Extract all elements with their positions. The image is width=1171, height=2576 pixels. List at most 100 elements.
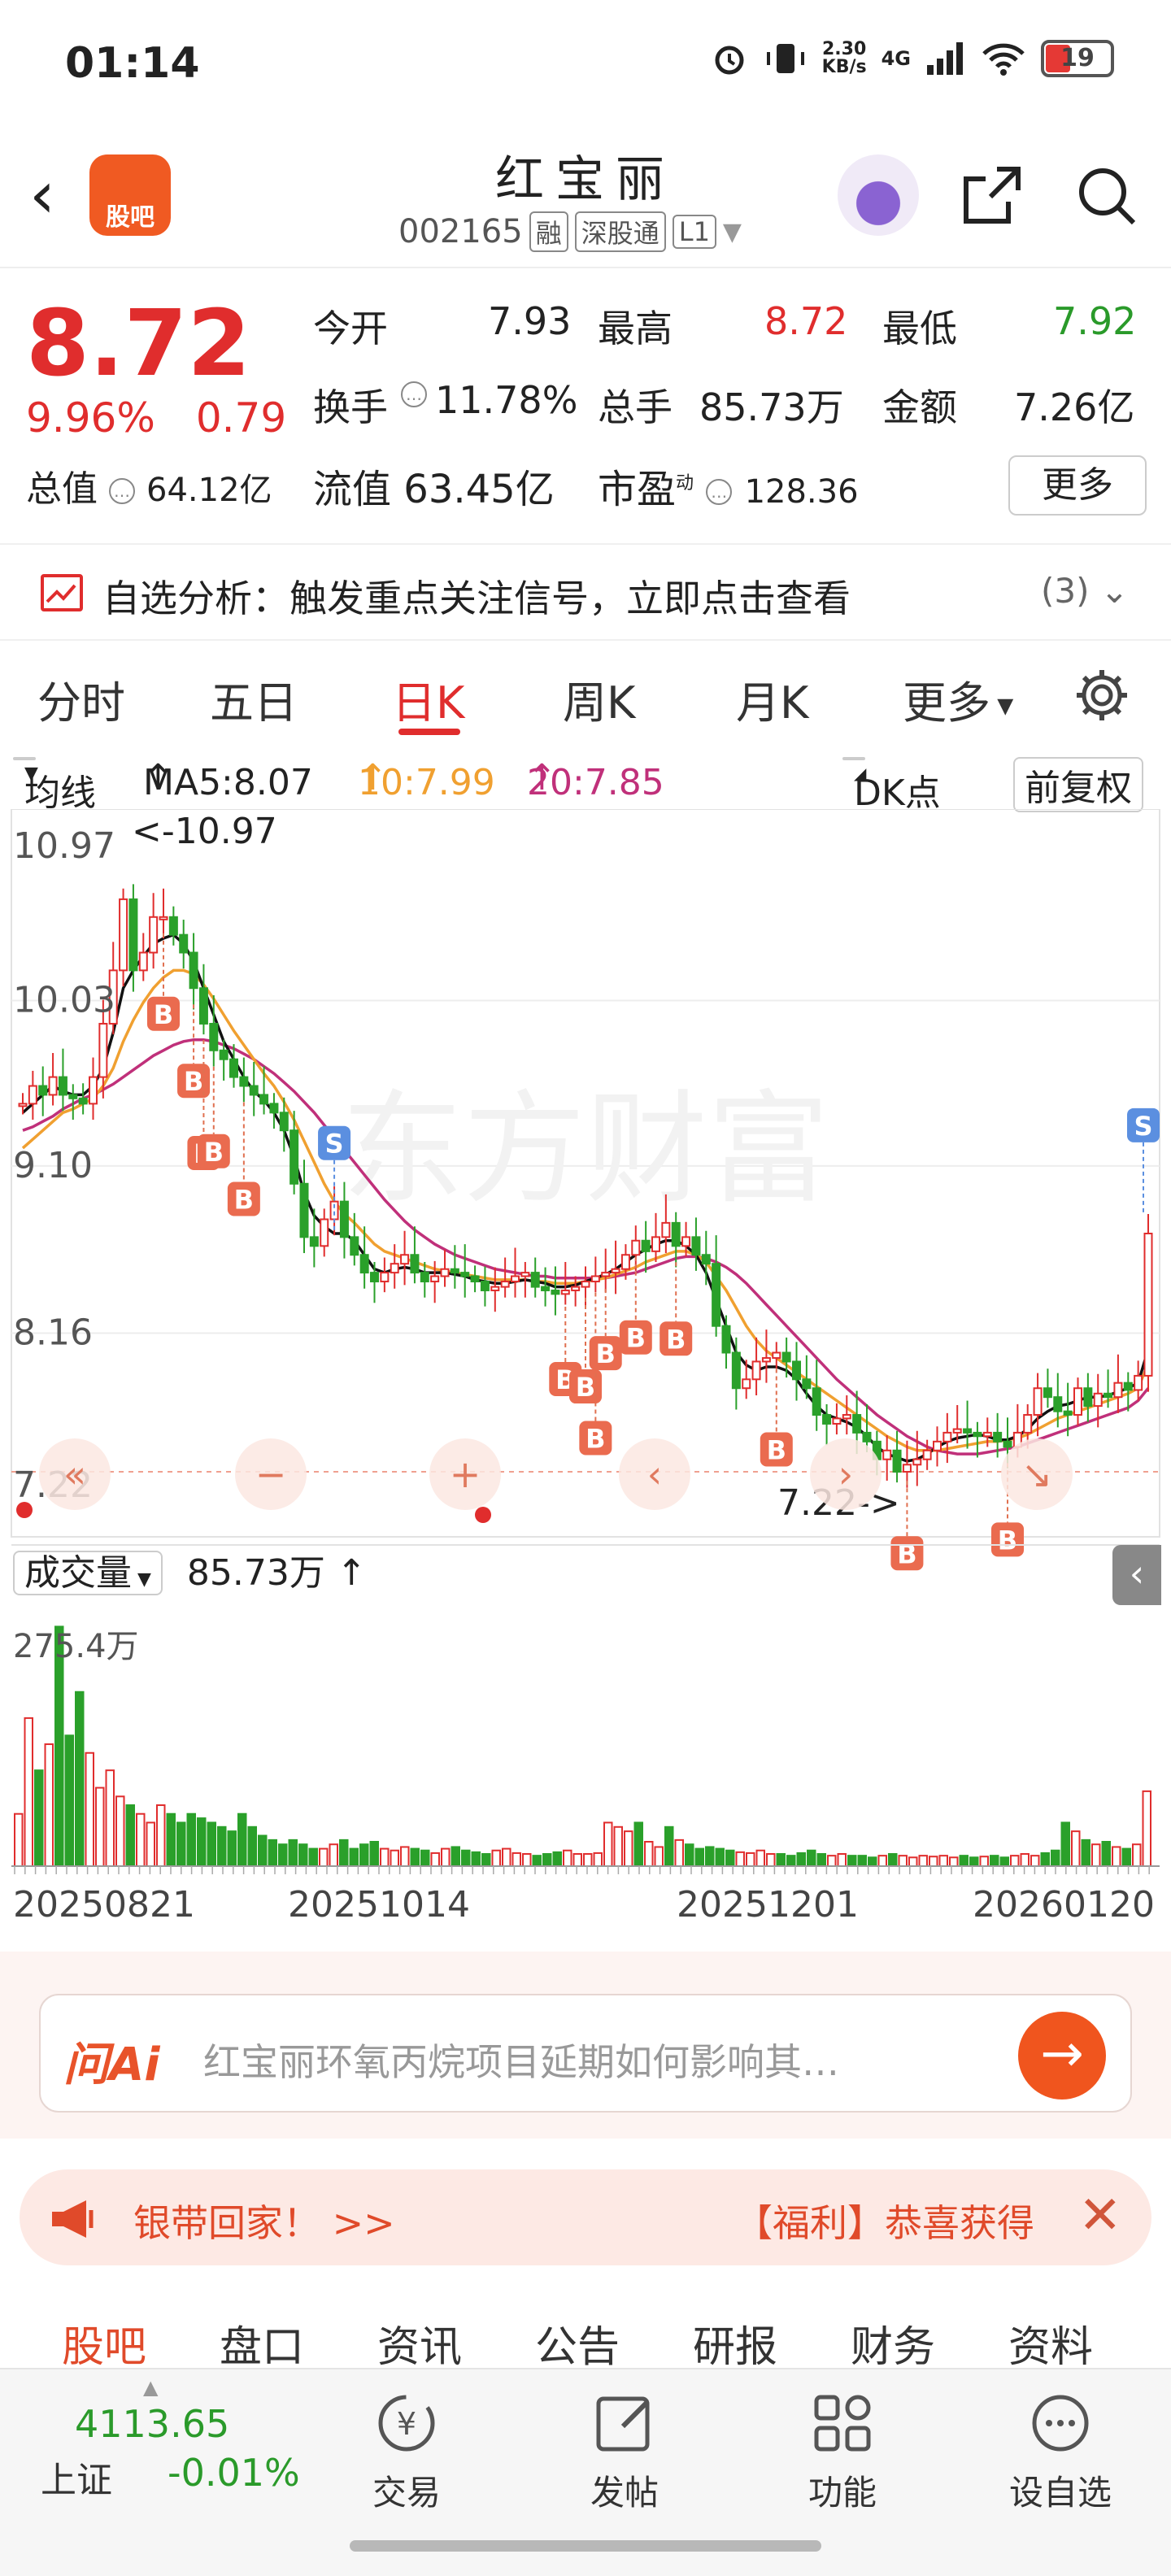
candle-body	[781, 1351, 791, 1363]
info-icon[interactable]: …	[401, 381, 427, 407]
candle-body	[822, 1414, 832, 1425]
y-tick-label: 9.10	[13, 1145, 93, 1186]
candle-body	[119, 898, 128, 972]
status-icons: 2.30 KB/s 4G 19	[710, 39, 1114, 78]
grid-icon	[814, 2395, 871, 2452]
candle-body	[902, 1464, 912, 1473]
volume-bar	[319, 1847, 329, 1868]
candle-body	[560, 1289, 570, 1295]
volume-bar	[410, 1847, 420, 1868]
sell-signal-label: S	[1134, 1111, 1152, 1142]
kline-chart[interactable]: 东方财富 10.9710.039.108.167.22 BBBBBBBBBBBB…	[0, 809, 1171, 1947]
tab-more[interactable]: 更多 ▼	[903, 667, 1013, 731]
candle-body	[128, 898, 138, 972]
chart-control-glyph: −	[255, 1452, 287, 1496]
tab-weekly-k[interactable]: 周K	[563, 667, 635, 731]
volume-bar	[938, 1855, 948, 1868]
ask-ai-input[interactable]: 问Ai 红宝丽环氧丙烷项目延期如何影响其… →	[39, 1994, 1132, 2113]
tab-research[interactable]: 研报	[693, 2313, 777, 2374]
ma-legend-row: 均线 ▼ MA5:8.07 ↑ 10:7.99 ↑ 20:7.85 ↑ DK点 ◢ 前…	[0, 752, 1171, 814]
candle-body	[440, 1268, 450, 1277]
tab-monthly-k[interactable]: 月K	[736, 667, 808, 731]
tab-news[interactable]: 资讯	[377, 2313, 462, 2374]
banner-text-right: 【福利】恭喜获得	[735, 2201, 1034, 2245]
dk-point-button[interactable]: DK点 ◢	[842, 757, 941, 814]
tab-announcements[interactable]: 公告	[535, 2313, 620, 2374]
nav-functions[interactable]: 功能	[769, 2389, 916, 2515]
volume-select[interactable]: 成交量 ▼	[13, 1551, 163, 1595]
tab-profile[interactable]: 资料	[1008, 2313, 1093, 2374]
candle-body	[470, 1275, 480, 1283]
assistant-avatar[interactable]	[838, 154, 919, 236]
nav-post[interactable]: 发帖	[551, 2389, 698, 2515]
tab-intraday[interactable]: 分时	[37, 667, 125, 731]
nav-add-watchlist[interactable]: 设自选	[987, 2389, 1134, 2515]
info-icon[interactable]: …	[706, 479, 733, 505]
nav-trade[interactable]: ¥ 交易	[333, 2389, 480, 2515]
volume-bar	[258, 1834, 268, 1867]
arrow-right-icon[interactable]: →	[1018, 2012, 1106, 2100]
turnover-label: 换手	[313, 385, 388, 429]
mktcap-value: 64.12亿	[146, 472, 272, 509]
volume-bar	[816, 1853, 826, 1868]
gear-icon[interactable]	[1072, 665, 1132, 725]
candle-body	[772, 1351, 781, 1360]
info-icon[interactable]: …	[109, 478, 135, 504]
candle-body	[641, 1239, 651, 1252]
change-percent: 9.96%	[26, 394, 155, 442]
watermark: 东方财富	[342, 1079, 829, 1221]
candle-body	[179, 933, 189, 954]
volume-bar	[278, 1843, 288, 1868]
candle-body	[370, 1272, 379, 1283]
caret-down-icon: ▼	[132, 1569, 151, 1590]
volume-bar	[34, 1769, 44, 1867]
candle-body	[1083, 1387, 1093, 1408]
index-value[interactable]: 4113.65	[75, 2402, 229, 2446]
analysis-text: 自选分析：触发重点关注信号，立即点击查看	[102, 577, 851, 620]
share-icon[interactable]	[960, 163, 1025, 228]
analysis-count: (3) ⌄	[1041, 571, 1130, 611]
close-icon[interactable]: ✕	[1078, 2186, 1122, 2246]
wifi-icon	[982, 43, 1025, 76]
candle-body	[500, 1281, 510, 1288]
tab-guba[interactable]: 股吧	[62, 2313, 146, 2374]
stock-code-row[interactable]: 002165 融 深股通 L1 ▼	[398, 211, 742, 252]
search-icon[interactable]	[1073, 163, 1138, 228]
candle-body	[892, 1449, 902, 1473]
candle-body	[1143, 1233, 1153, 1377]
tab-financials[interactable]: 财务	[851, 2313, 935, 2374]
candle-body	[651, 1236, 660, 1252]
volume-bar	[766, 1853, 776, 1868]
candle-body	[832, 1417, 842, 1425]
promo-banner[interactable]: 银带回家！ >> 【福利】恭喜获得 ✕	[20, 2169, 1151, 2265]
corner-icon: ◢	[854, 764, 867, 783]
tab-orderbook[interactable]: 盘口	[220, 2313, 304, 2374]
candle-body	[520, 1272, 530, 1277]
candle-body	[912, 1458, 922, 1466]
candle-body	[189, 951, 198, 990]
adjust-button[interactable]: 前复权	[1013, 757, 1143, 812]
volume-bar	[624, 1830, 633, 1867]
amount-value: 7.26亿	[1014, 385, 1135, 429]
volume-bar	[268, 1838, 277, 1867]
volume-bar	[990, 1855, 999, 1868]
connect-tag: 深股通	[574, 211, 666, 252]
tab-five-day[interactable]: 五日	[210, 667, 298, 731]
indicator-select[interactable]: 均线 ▼	[13, 757, 96, 814]
y-tick-label: 10.03	[13, 980, 115, 1021]
buy-signal-label: B	[596, 1338, 616, 1369]
content-tabs: 股吧 盘口 资讯 公告 研报 财务 资料	[0, 2293, 1171, 2372]
candle-body	[138, 951, 148, 972]
collapse-panel-icon[interactable]: ‹	[1112, 1545, 1161, 1605]
candle-body	[721, 1325, 731, 1354]
candle-body	[18, 1103, 28, 1107]
price-change: 9.96% 0.79	[26, 394, 286, 442]
tab-daily-k[interactable]: 日K	[392, 667, 464, 731]
candle-body	[1033, 1387, 1043, 1416]
volume-bar	[603, 1821, 613, 1867]
candle-body	[551, 1289, 560, 1295]
more-button[interactable]: 更多	[1008, 455, 1147, 516]
watchlist-analysis-bar[interactable]: 自选分析：触发重点关注信号，立即点击查看 (3) ⌄	[0, 543, 1171, 641]
volume-bar	[85, 1751, 94, 1868]
candle-body	[1134, 1374, 1143, 1391]
